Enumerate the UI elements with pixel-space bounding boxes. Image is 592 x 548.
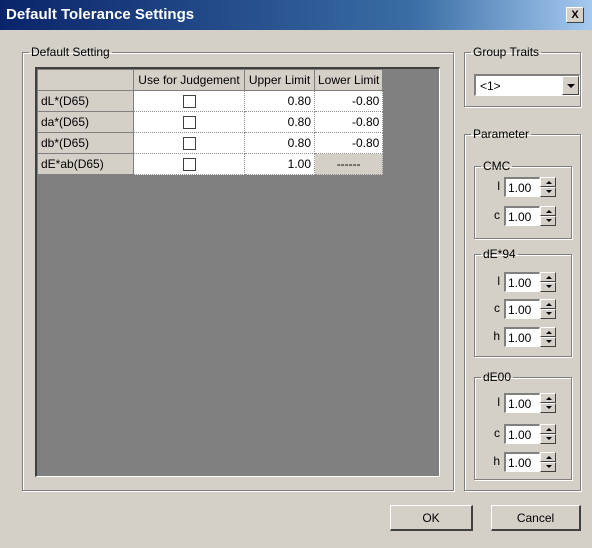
row-header-dl[interactable]: dL*(D65) [37, 90, 134, 112]
table-row: db*(D65) 0.80 -0.80 [37, 132, 384, 154]
title-bar: Default Tolerance Settings X [0, 0, 592, 30]
cmc-legend: CMC [483, 159, 511, 173]
spin-down-icon[interactable] [540, 337, 556, 347]
spin-up-icon[interactable] [540, 177, 556, 187]
row-header-de[interactable]: dE*ab(D65) [37, 153, 134, 175]
de94-h-label: h [493, 329, 500, 343]
de00-h-spinner[interactable] [540, 452, 556, 472]
cmc-l-spinner[interactable] [540, 177, 556, 197]
use-checkbox-de[interactable] [182, 158, 196, 172]
parameter-legend: Parameter [473, 127, 530, 141]
spin-down-icon[interactable] [540, 187, 556, 197]
use-cell-de[interactable] [133, 153, 245, 175]
spin-up-icon[interactable] [540, 327, 556, 337]
table-header-row: Use for Judgement Upper Limit Lower Limi… [37, 69, 384, 91]
use-cell-da[interactable] [133, 111, 245, 133]
ok-button[interactable]: OK [390, 505, 473, 531]
spin-up-icon[interactable] [540, 272, 556, 282]
lower-cell-da[interactable]: -0.80 [313, 111, 384, 133]
spin-down-icon[interactable] [540, 309, 556, 319]
use-cell-db[interactable] [133, 132, 245, 154]
de00-c-label: c [494, 426, 500, 440]
de94-h-input[interactable]: 1.00 [504, 327, 540, 347]
cmc-l-label: l [497, 179, 500, 193]
lower-cell-de: ------ [313, 153, 384, 175]
cmc-l-input[interactable]: 1.00 [504, 177, 540, 197]
spin-down-icon[interactable] [540, 282, 556, 292]
cmc-c-input[interactable]: 1.00 [504, 206, 540, 226]
upper-cell-dl[interactable]: 0.80 [244, 90, 315, 112]
spin-up-icon[interactable] [540, 206, 556, 216]
spin-down-icon[interactable] [540, 462, 556, 472]
de94-c-label: c [494, 301, 500, 315]
de00-l-input[interactable]: 1.00 [504, 393, 540, 413]
cancel-button[interactable]: Cancel [491, 505, 581, 531]
cmc-c-label: c [494, 208, 500, 222]
table-row: da*(D65) 0.80 -0.80 [37, 111, 384, 133]
de00-legend: dE00 [483, 370, 512, 384]
spin-down-icon[interactable] [540, 434, 556, 444]
use-checkbox-dl[interactable] [182, 95, 196, 109]
col-header-lower[interactable]: Lower Limit [313, 69, 384, 91]
use-checkbox-da[interactable] [182, 116, 196, 130]
row-header-db[interactable]: db*(D65) [37, 132, 134, 154]
de00-l-spinner[interactable] [540, 393, 556, 413]
spin-up-icon[interactable] [540, 393, 556, 403]
default-setting-legend: Default Setting [31, 45, 110, 59]
upper-cell-da[interactable]: 0.80 [244, 111, 315, 133]
de94-c-spinner[interactable] [540, 299, 556, 319]
use-cell-dl[interactable] [133, 90, 245, 112]
upper-cell-de[interactable]: 1.00 [244, 153, 315, 175]
row-header-da[interactable]: da*(D65) [37, 111, 134, 133]
de00-h-input[interactable]: 1.00 [504, 452, 540, 472]
de00-l-label: l [497, 395, 500, 409]
cmc-c-spinner[interactable] [540, 206, 556, 226]
window-title: Default Tolerance Settings [6, 6, 195, 23]
table-row: dL*(D65) 0.80 -0.80 [37, 90, 384, 112]
tolerance-table: Use for Judgement Upper Limit Lower Limi… [37, 69, 384, 175]
lower-cell-db[interactable]: -0.80 [313, 132, 384, 154]
de00-h-label: h [493, 454, 500, 468]
use-checkbox-db[interactable] [182, 137, 196, 151]
close-button[interactable]: X [566, 7, 584, 23]
corner-header-cell [37, 69, 134, 91]
upper-cell-db[interactable]: 0.80 [244, 132, 315, 154]
de00-c-spinner[interactable] [540, 424, 556, 444]
spin-up-icon[interactable] [540, 299, 556, 309]
col-header-use[interactable]: Use for Judgement [133, 69, 245, 91]
spin-down-icon[interactable] [540, 216, 556, 226]
spin-up-icon[interactable] [540, 424, 556, 434]
spin-down-icon[interactable] [540, 403, 556, 413]
cmc-group: CMC [474, 159, 572, 239]
spin-up-icon[interactable] [540, 452, 556, 462]
de94-l-label: l [497, 274, 500, 288]
de94-l-spinner[interactable] [540, 272, 556, 292]
chevron-down-icon[interactable] [562, 76, 579, 95]
de94-h-spinner[interactable] [540, 327, 556, 347]
col-header-upper[interactable]: Upper Limit [244, 69, 315, 91]
tolerance-grid[interactable]: Use for Judgement Upper Limit Lower Limi… [35, 67, 440, 477]
de94-legend: dE*94 [483, 247, 516, 261]
de00-c-input[interactable]: 1.00 [504, 424, 540, 444]
lower-cell-dl[interactable]: -0.80 [313, 90, 384, 112]
de94-l-input[interactable]: 1.00 [504, 272, 540, 292]
group-traits-select[interactable]: <1> [474, 74, 580, 96]
group-traits-legend: Group Traits [473, 45, 540, 59]
group-traits-value: <1> [480, 79, 501, 93]
de94-c-input[interactable]: 1.00 [504, 299, 540, 319]
table-row: dE*ab(D65) 1.00 ------ [37, 153, 384, 175]
